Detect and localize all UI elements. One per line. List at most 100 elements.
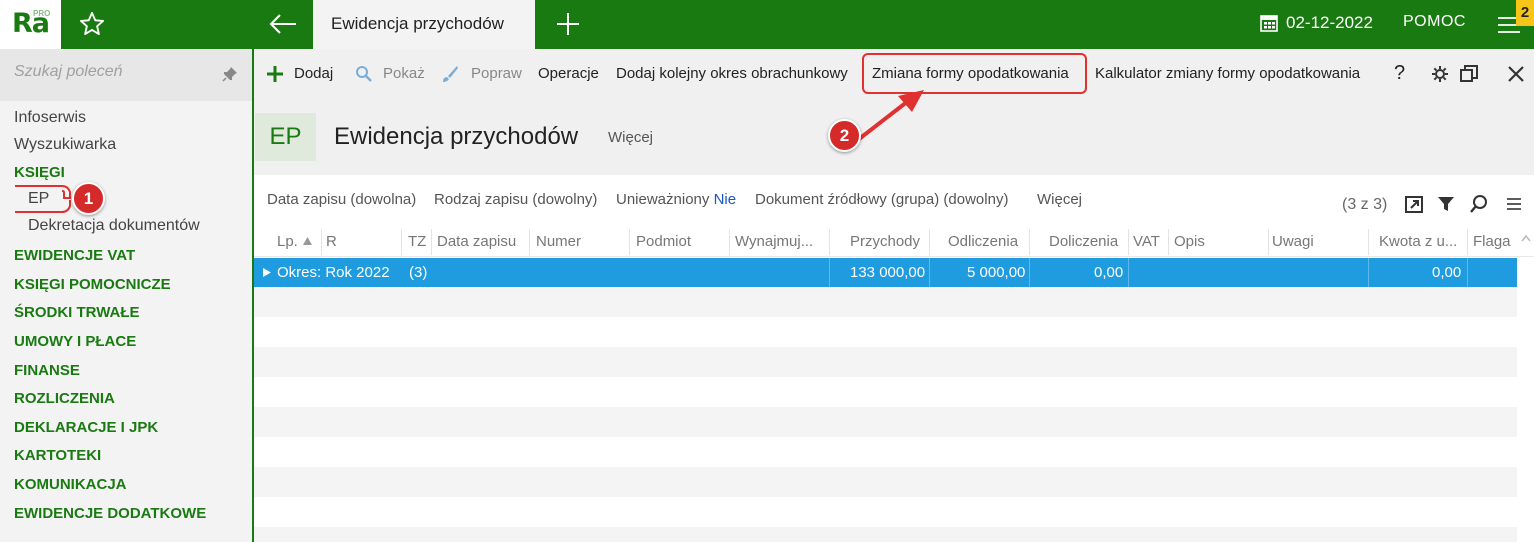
column-header-data-zapisu[interactable]: Data zapisu xyxy=(437,233,516,250)
filter-cancelled[interactable]: Unieważniony Nie xyxy=(616,191,736,208)
sidebar-section-kartoteki[interactable]: KARTOTEKI xyxy=(14,447,101,464)
column-separator xyxy=(529,229,530,255)
restore-window-icon[interactable] xyxy=(1460,65,1478,83)
group-label: Okres: Rok 2022 xyxy=(277,264,390,281)
group-count: (3) xyxy=(409,264,428,281)
edit-button[interactable]: Popraw xyxy=(471,65,522,82)
cell-separator xyxy=(1029,258,1030,287)
back-arrow-icon[interactable] xyxy=(268,12,298,36)
sidebar-section-umowy-i-place[interactable]: UMOWY I PŁACE xyxy=(14,333,136,350)
app-logo[interactable]: Ra PRO xyxy=(0,0,61,49)
sidebar-section-ewidencje-dodatkowe[interactable]: EWIDENCJE DODATKOWE xyxy=(14,505,206,522)
notification-badge[interactable]: 2 xyxy=(1516,0,1534,26)
record-count: (3 z 3) xyxy=(1342,196,1388,213)
column-separator xyxy=(829,229,830,255)
cell-separator xyxy=(929,258,930,287)
expand-group-icon[interactable] xyxy=(263,268,271,277)
empty-row xyxy=(254,407,1517,437)
calendar-icon[interactable] xyxy=(1260,14,1278,32)
column-header-lp[interactable]: Lp. xyxy=(277,233,298,250)
tab-ewidencja-przychodow[interactable]: Ewidencja przychodów xyxy=(313,0,535,49)
cell-separator xyxy=(1128,258,1129,287)
scroll-up-arrow-icon[interactable] xyxy=(1520,232,1532,244)
sidebar-section-deklaracje-i-jpk[interactable]: DEKLARACJE I JPK xyxy=(14,419,158,436)
column-header-vat[interactable]: VAT xyxy=(1133,233,1160,250)
cell-kwota: 0,00 xyxy=(1432,264,1462,281)
column-header-wynajmujacy[interactable]: Wynajmuj... xyxy=(735,233,813,250)
empty-row xyxy=(254,527,1517,542)
column-separator xyxy=(321,229,322,255)
sidebar-section-finanse[interactable]: FINANSE xyxy=(14,362,80,379)
filter-cancelled-label: Unieważniony xyxy=(616,191,710,208)
add-period-button[interactable]: Dodaj kolejny okres obrachunkowy xyxy=(616,65,848,82)
column-separator xyxy=(1029,229,1030,255)
close-icon[interactable] xyxy=(1507,65,1525,83)
filter-funnel-icon[interactable] xyxy=(1436,194,1456,214)
column-header-uwagi[interactable]: Uwagi xyxy=(1272,233,1314,250)
column-header-r[interactable]: R xyxy=(326,233,337,250)
filter-source-doc[interactable]: Dokument źródłowy (grupa) (dowolny) xyxy=(755,191,1008,208)
search-icon[interactable] xyxy=(355,65,373,83)
search-magnifier-icon[interactable] xyxy=(1469,194,1489,214)
sidebar-item-wyszukiwarka[interactable]: Wyszukiwarka xyxy=(14,136,116,154)
export-icon[interactable] xyxy=(1404,194,1424,214)
working-date[interactable]: 02-12-2022 xyxy=(1286,13,1373,33)
module-tile: EP xyxy=(255,113,316,161)
column-separator xyxy=(1128,229,1129,255)
filter-date[interactable]: Data zapisu (dowolna) xyxy=(267,191,416,208)
tax-form-calculator-button[interactable]: Kalkulator zmiany formy opodatkowania xyxy=(1095,65,1360,82)
sidebar-section-komunikacja[interactable]: KOMUNIKACJA xyxy=(14,476,127,493)
column-header-kwota[interactable]: Kwota z u... xyxy=(1379,233,1457,250)
add-button[interactable]: Dodaj xyxy=(294,65,333,82)
column-header-przychody[interactable]: Przychody xyxy=(850,233,920,250)
column-separator xyxy=(1268,229,1269,255)
column-separator xyxy=(629,229,630,255)
brush-icon[interactable] xyxy=(441,65,459,83)
cell-separator xyxy=(1467,258,1468,287)
sidebar: Infoserwis Wyszukiwarka KSIĘGI EP Dekret… xyxy=(0,49,253,542)
column-header-tz[interactable]: TZ xyxy=(408,233,426,250)
sidebar-section-ksiegi[interactable]: KSIĘGI xyxy=(14,164,65,181)
column-separator xyxy=(1368,229,1369,255)
new-tab-plus-icon[interactable] xyxy=(555,11,581,37)
empty-row xyxy=(254,287,1517,317)
sidebar-section-srodki-trwale[interactable]: ŚRODKI TRWAŁE xyxy=(14,304,140,321)
settings-gear-icon[interactable] xyxy=(1431,65,1449,83)
help-question-button[interactable]: ? xyxy=(1394,62,1405,85)
column-separator xyxy=(729,229,730,255)
show-button[interactable]: Pokaż xyxy=(383,65,425,82)
column-separator xyxy=(929,229,930,255)
column-header-odliczenia[interactable]: Odliczenia xyxy=(948,233,1018,250)
command-search-input[interactable] xyxy=(14,63,214,81)
help-button[interactable]: POMOC xyxy=(1403,13,1466,31)
sidebar-item-dekretacja[interactable]: Dekretacja dokumentów xyxy=(28,217,200,235)
filter-type[interactable]: Rodzaj zapisu (dowolny) xyxy=(434,191,597,208)
column-separator xyxy=(431,229,432,255)
column-header-numer[interactable]: Numer xyxy=(536,233,581,250)
column-separator xyxy=(1467,229,1468,255)
header-more-link[interactable]: Więcej xyxy=(608,129,653,146)
column-header-opis[interactable]: Opis xyxy=(1174,233,1205,250)
annotation-step-2: 2 xyxy=(828,119,861,152)
operations-button[interactable]: Operacje xyxy=(538,65,599,82)
add-plus-icon[interactable] xyxy=(266,65,284,83)
column-separator xyxy=(1168,229,1169,255)
filter-more[interactable]: Więcej xyxy=(1037,191,1082,208)
ep-highlight-bracket xyxy=(15,185,71,213)
pin-icon[interactable] xyxy=(222,66,238,82)
cell-doliczenia: 0,00 xyxy=(1094,264,1124,281)
sidebar-section-ewidencje-vat[interactable]: EWIDENCJE VAT xyxy=(14,247,135,264)
command-search xyxy=(0,49,252,101)
logo-badge: PRO xyxy=(33,9,51,18)
sidebar-section-rozliczenia[interactable]: ROZLICZENIA xyxy=(14,390,115,407)
column-menu-icon[interactable] xyxy=(1504,194,1524,214)
sidebar-item-infoserwis[interactable]: Infoserwis xyxy=(14,109,86,127)
column-header-flaga[interactable]: Flaga xyxy=(1473,233,1511,250)
empty-row xyxy=(254,347,1517,377)
favorite-star-icon[interactable] xyxy=(78,10,106,38)
column-header-doliczenia[interactable]: Doliczenia xyxy=(1049,233,1118,250)
column-header-podmiot[interactable]: Podmiot xyxy=(636,233,691,250)
cell-separator xyxy=(1368,258,1369,287)
tab-label: Ewidencja przychodów xyxy=(331,14,504,33)
sidebar-section-ksiegi-pomocnicze[interactable]: KSIĘGI POMOCNICZE xyxy=(14,276,171,293)
